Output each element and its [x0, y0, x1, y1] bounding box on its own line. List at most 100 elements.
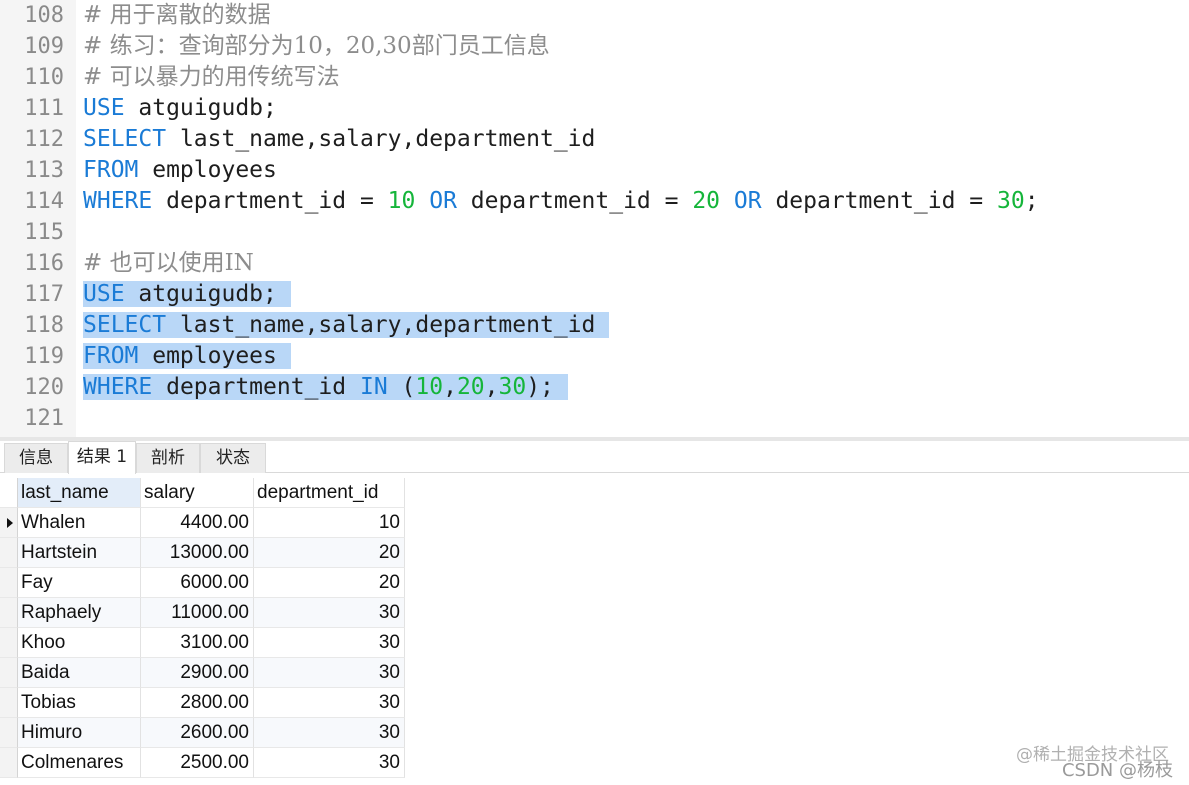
column-header-salary[interactable]: salary — [141, 478, 254, 508]
cell-department-id[interactable]: 30 — [254, 748, 405, 778]
table-row[interactable]: Baida 2900.00 30 — [0, 658, 405, 688]
cell-salary[interactable]: 2500.00 — [141, 748, 254, 778]
row-indicator[interactable] — [0, 628, 18, 658]
code-token: SELECT — [83, 312, 167, 338]
cell-last-name[interactable]: Raphaely — [18, 598, 141, 628]
line-code: USE atguigudb; — [83, 279, 291, 310]
line-number: 115 — [24, 220, 64, 245]
row-indicator[interactable] — [0, 658, 18, 688]
line-number: 110 — [24, 65, 64, 90]
row-indicator-header — [0, 478, 18, 508]
cell-salary[interactable]: 11000.00 — [141, 598, 254, 628]
cell-department-id[interactable]: 30 — [254, 718, 405, 748]
code-line[interactable]: 118 SELECT last_name,salary,department_id — [0, 310, 1189, 341]
cell-last-name[interactable]: Himuro — [18, 718, 141, 748]
row-indicator[interactable] — [0, 718, 18, 748]
code-token: OR — [733, 188, 762, 214]
cell-salary[interactable]: 4400.00 — [141, 508, 254, 538]
row-indicator[interactable] — [0, 538, 18, 568]
cell-department-id[interactable]: 30 — [254, 658, 405, 688]
code-line[interactable]: 121 — [0, 403, 1189, 434]
cell-salary[interactable]: 2900.00 — [141, 658, 254, 688]
code-token: WHERE — [83, 188, 153, 214]
cell-last-name[interactable]: Hartstein — [18, 538, 141, 568]
code-token: atguigudb; — [124, 95, 277, 121]
column-header-last-name[interactable]: last_name — [18, 478, 141, 508]
cell-department-id[interactable]: 30 — [254, 628, 405, 658]
table-row[interactable]: Raphaely 11000.00 30 — [0, 598, 405, 628]
cell-salary[interactable]: 13000.00 — [141, 538, 254, 568]
cell-department-id[interactable]: 30 — [254, 688, 405, 718]
sql-editor[interactable]: 108 # 用于离散的数据 109 # 练习：查询部分为10，20,30部门员工信息 1… — [0, 0, 1189, 437]
code-token: USE — [83, 95, 125, 121]
tab-status[interactable]: 状态 — [200, 443, 266, 473]
table-row[interactable]: Khoo 3100.00 30 — [0, 628, 405, 658]
code-line[interactable]: 112 SELECT last_name,salary,department_id — [0, 124, 1189, 155]
code-line[interactable]: 116 # 也可以使用IN — [0, 248, 1189, 279]
tab-profile[interactable]: 剖析 — [136, 443, 200, 473]
code-token: atguigudb; — [124, 281, 277, 307]
code-line[interactable]: 120 WHERE department_id IN (10,20,30); — [0, 372, 1189, 403]
table-row[interactable]: Tobias 2800.00 30 — [0, 688, 405, 718]
line-code: # 练习：查询部分为10，20,30部门员工信息 — [83, 31, 550, 62]
line-code: WHERE department_id IN (10,20,30); — [83, 372, 568, 403]
code-token: # 练习：查询部分为10，20,30部门员工信息 — [83, 33, 550, 59]
line-number: 114 — [24, 189, 64, 214]
table-row[interactable]: Himuro 2600.00 30 — [0, 718, 405, 748]
code-token: 30 — [498, 374, 527, 400]
table-row[interactable]: Hartstein 13000.00 20 — [0, 538, 405, 568]
row-indicator[interactable] — [0, 568, 18, 598]
cell-last-name[interactable]: Whalen — [18, 508, 141, 538]
cell-salary[interactable]: 2800.00 — [141, 688, 254, 718]
row-indicator[interactable] — [0, 688, 18, 718]
cell-department-id[interactable]: 20 — [254, 538, 405, 568]
line-number: 112 — [24, 127, 64, 152]
code-line[interactable]: 117 USE atguigudb; — [0, 279, 1189, 310]
table-row[interactable]: Fay 6000.00 20 — [0, 568, 405, 598]
line-number: 111 — [24, 96, 64, 121]
row-indicator[interactable] — [0, 748, 18, 778]
line-number: 118 — [24, 313, 64, 338]
row-indicator[interactable] — [0, 598, 18, 628]
code-line[interactable]: 115 — [0, 217, 1189, 248]
cell-last-name[interactable]: Baida — [18, 658, 141, 688]
row-indicator[interactable] — [0, 508, 18, 538]
code-line[interactable]: 109 # 练习：查询部分为10，20,30部门员工信息 — [0, 31, 1189, 62]
code-line[interactable]: 111 USE atguigudb; — [0, 93, 1189, 124]
code-token: department_id = — [456, 188, 693, 214]
code-token: employees — [138, 343, 277, 369]
column-header-department-id[interactable]: department_id — [254, 478, 405, 508]
code-token: ( — [387, 374, 416, 400]
line-number: 120 — [24, 375, 64, 400]
code-line[interactable]: 113 FROM employees — [0, 155, 1189, 186]
line-number: 116 — [24, 251, 64, 276]
cell-last-name[interactable]: Colmenares — [18, 748, 141, 778]
code-line[interactable]: 114 WHERE department_id = 10 OR departmen… — [0, 186, 1189, 217]
code-line[interactable]: 119 FROM employees — [0, 341, 1189, 372]
selection-highlight: SELECT last_name,salary,department_id — [83, 312, 610, 338]
cell-department-id[interactable]: 20 — [254, 568, 405, 598]
cell-department-id[interactable]: 30 — [254, 598, 405, 628]
code-token: WHERE — [83, 374, 153, 400]
cell-last-name[interactable]: Tobias — [18, 688, 141, 718]
line-code: # 也可以使用IN — [83, 248, 254, 279]
table-row[interactable]: Whalen 4400.00 10 — [0, 508, 405, 538]
code-token: ; — [1024, 188, 1039, 214]
cell-salary[interactable]: 6000.00 — [141, 568, 254, 598]
result-grid[interactable]: last_name salary department_id Whalen 440… — [0, 478, 1189, 785]
tab-result-1[interactable]: 结果 1 — [68, 441, 136, 474]
cell-salary[interactable]: 3100.00 — [141, 628, 254, 658]
code-token: FROM — [83, 157, 139, 183]
cell-salary[interactable]: 2600.00 — [141, 718, 254, 748]
line-number: 117 — [24, 282, 64, 307]
cell-last-name[interactable]: Khoo — [18, 628, 141, 658]
selection-highlight: WHERE department_id IN (10,20,30); — [83, 374, 568, 400]
code-line[interactable]: 108 # 用于离散的数据 — [0, 0, 1189, 31]
cell-last-name[interactable]: Fay — [18, 568, 141, 598]
table-row[interactable]: Colmenares 2500.00 30 — [0, 748, 405, 778]
code-line[interactable]: 110 # 可以暴力的用传统写法 — [0, 62, 1189, 93]
tab-info[interactable]: 信息 — [4, 443, 68, 473]
cell-department-id[interactable]: 10 — [254, 508, 405, 538]
line-code: # 用于离散的数据 — [83, 0, 271, 31]
